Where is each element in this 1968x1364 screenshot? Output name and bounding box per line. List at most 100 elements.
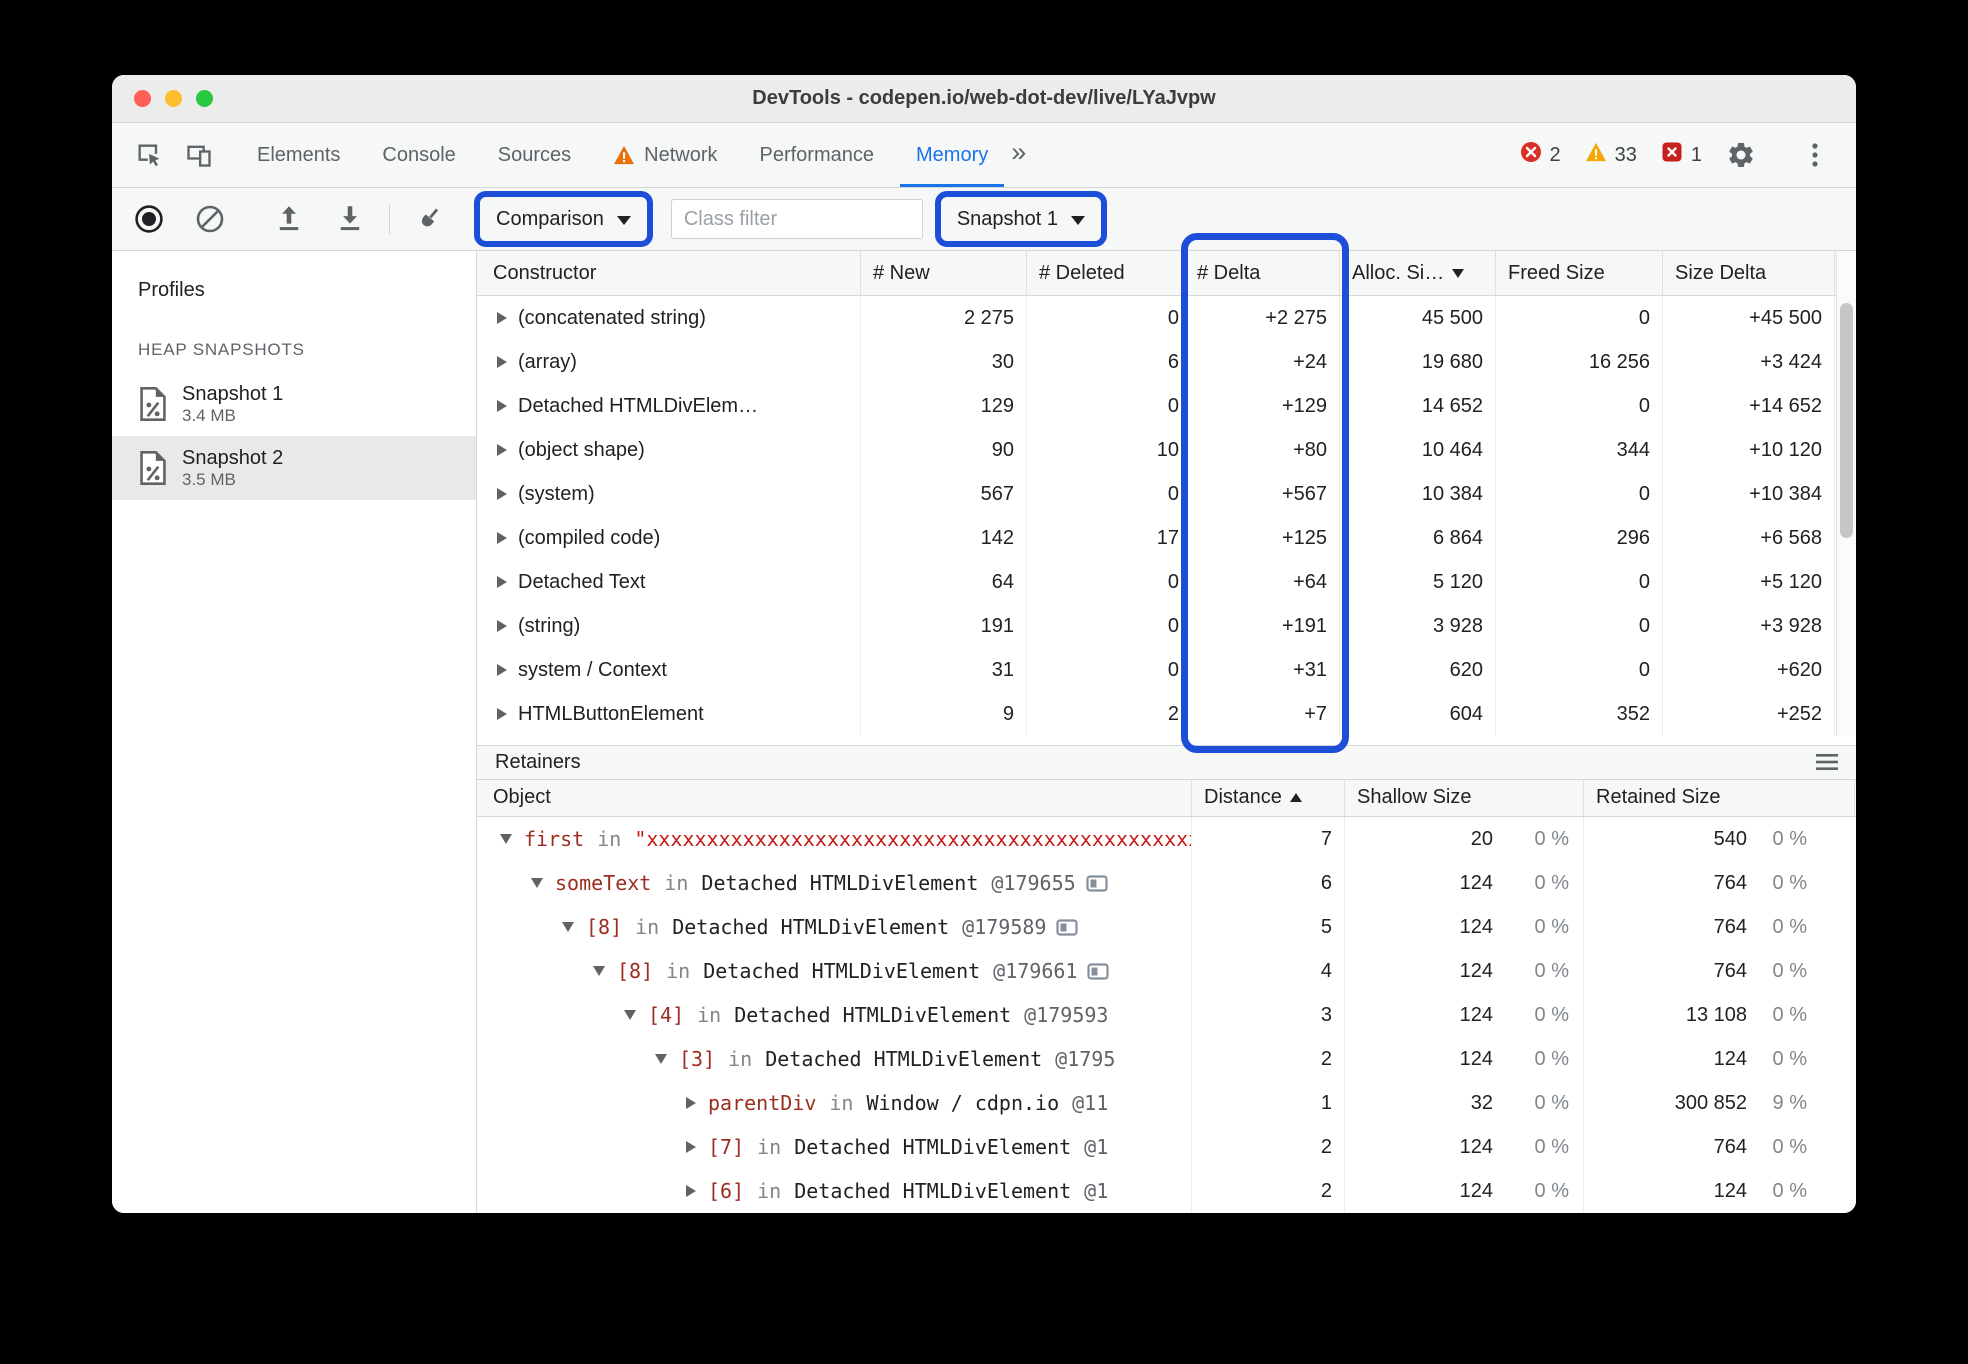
retainer-in-keyword: in [666, 959, 691, 983]
constructor-row[interactable]: (string) 191 0 +191 3 928 0 +3 928 [477, 604, 1856, 648]
constructor-row[interactable]: (system) 567 0 +567 10 384 0 +10 384 [477, 472, 1856, 516]
constructor-row[interactable]: (concatenated string) 2 275 0 +2 275 45 500 0… [477, 296, 1856, 340]
scrollbar-thumb[interactable] [1840, 303, 1853, 538]
column-header-alloc-si[interactable]: Alloc. Si… [1340, 251, 1496, 295]
panel-content: Profiles HEAP SNAPSHOTS Snapshot 1 3.4 MB… [112, 251, 1856, 1213]
column-header-new[interactable]: # New [861, 251, 1027, 295]
constructor-row[interactable]: HTMLButtonElement 9 2 +7 604 352 +252 [477, 692, 1856, 736]
expand-arrow-icon[interactable] [497, 620, 507, 632]
tab-memory[interactable]: Memory [895, 123, 1009, 187]
expand-arrow-icon[interactable] [497, 444, 507, 456]
more-tabs-chevron[interactable]: » [1011, 137, 1026, 174]
console-warnings-badge[interactable]: 33 [1585, 142, 1637, 168]
constructor-row[interactable]: (object shape) 90 10 +80 10 464 344 +10 120 [477, 428, 1856, 472]
retainer-row[interactable]: [7] in Detached HTMLDivElement @1 2 124 0 % 764… [477, 1125, 1856, 1169]
expand-arrow-icon[interactable] [593, 966, 605, 976]
tab-console[interactable]: Console [361, 123, 476, 187]
retainer-row[interactable]: someText in Detached HTMLDivElement @179655… [477, 861, 1856, 905]
perspective-dropdown[interactable]: Comparison [483, 199, 644, 239]
heap-snapshots-section-label: HEAP SNAPSHOTS [138, 340, 305, 359]
record-heap-snapshot-icon[interactable] [134, 202, 164, 236]
collect-garbage-broom-icon[interactable] [414, 202, 444, 236]
tab-network[interactable]: Network [592, 123, 738, 187]
inspect-element-icon[interactable] [134, 138, 164, 172]
expand-arrow-icon[interactable] [497, 664, 507, 676]
column-header-delta[interactable]: # Delta [1185, 251, 1340, 295]
shallow-size-value: 124 [1459, 1047, 1493, 1070]
retainer-row[interactable]: parentDiv in Window / cdpn.io @11 1 32 0 % 300 … [477, 1081, 1856, 1125]
expand-arrow-icon[interactable] [497, 312, 507, 324]
snapshot-item-snapshot-2[interactable]: Snapshot 2 3.5 MB [112, 436, 476, 500]
retainer-row[interactable]: [3] in Detached HTMLDivElement @1795 2 124 0 %… [477, 1037, 1856, 1081]
expand-arrow-icon[interactable] [500, 834, 512, 844]
tab-elements[interactable]: Elements [236, 123, 361, 187]
expand-arrow-icon[interactable] [497, 576, 507, 588]
heap-snapshot-document-icon [138, 386, 168, 422]
column-header-shallow-size[interactable]: Shallow Size [1345, 779, 1584, 816]
constructor-row[interactable]: Detached Text 64 0 +64 5 120 0 +5 120 [477, 560, 1856, 604]
class-filter-input[interactable] [670, 199, 923, 239]
retainer-row[interactable]: [4] in Detached HTMLDivElement @179593 3 124 0… [477, 993, 1856, 1037]
constructor-row[interactable]: Detached HTMLDivElem… 129 0 +129 14 652 0 +14 … [477, 384, 1856, 428]
zoom-window-button[interactable] [196, 90, 213, 107]
retained-size-percent: 9 % [1772, 1091, 1807, 1114]
retainer-row[interactable]: [8] in Detached HTMLDivElement @179589 5 124 0… [477, 905, 1856, 949]
expand-arrow-icon[interactable] [497, 356, 507, 368]
constructor-row[interactable]: (compiled code) 142 17 +125 6 864 296 +6 568 [477, 516, 1856, 560]
expand-arrow-icon[interactable] [497, 532, 507, 544]
cell-delta: +567 [1185, 472, 1340, 516]
reveal-element-icon[interactable] [1086, 874, 1108, 892]
constructor-row[interactable]: (array) 30 6 +24 19 680 16 256 +3 424 [477, 340, 1856, 384]
devtools-window: DevTools - codepen.io/web-dot-dev/live/L… [112, 75, 1856, 1213]
retainer-row[interactable]: [8] in Detached HTMLDivElement @179661 4 124 0… [477, 949, 1856, 993]
expand-arrow-icon[interactable] [686, 1141, 696, 1153]
issues-badge[interactable]: 1 [1661, 141, 1702, 169]
hamburger-menu-icon[interactable] [1816, 753, 1838, 771]
retained-size-value: 124 [1713, 1179, 1747, 1202]
shallow-size-value: 124 [1459, 1003, 1493, 1026]
constructor-row[interactable]: system / Context 31 0 +31 620 0 +620 [477, 648, 1856, 692]
clear-profiles-icon[interactable] [195, 202, 225, 236]
expand-arrow-icon[interactable] [624, 1010, 636, 1020]
retainer-row[interactable]: [6] in Detached HTMLDivElement @1 2 124 0 % 124… [477, 1169, 1856, 1213]
column-header-constructor[interactable]: Constructor [477, 251, 861, 295]
retainer-row[interactable]: first in "xxxxxxxxxxxxxxxxxxxxxxxxxxxxxxxx… [477, 817, 1856, 861]
cell-distance: 6 [1192, 861, 1345, 905]
close-window-button[interactable] [134, 90, 151, 107]
expand-arrow-icon[interactable] [686, 1185, 696, 1197]
reveal-element-icon[interactable] [1056, 918, 1079, 936]
device-toolbar-icon[interactable] [184, 138, 214, 172]
retained-size-percent: 0 % [1772, 1047, 1807, 1070]
column-header-deleted[interactable]: # Deleted [1027, 251, 1185, 295]
console-errors-badge[interactable]: 2 [1520, 141, 1561, 169]
expand-arrow-icon[interactable] [655, 1054, 667, 1064]
load-profile-icon[interactable] [274, 202, 304, 236]
expand-arrow-icon[interactable] [497, 400, 507, 412]
minimize-window-button[interactable] [165, 90, 182, 107]
tab-performance[interactable]: Performance [739, 123, 896, 187]
snapshot-item-snapshot-1[interactable]: Snapshot 1 3.4 MB [112, 372, 476, 436]
cell-deleted: 17 [1027, 516, 1185, 560]
retained-size-percent: 0 % [1772, 959, 1807, 982]
tab-sources[interactable]: Sources [477, 123, 592, 187]
settings-gear-icon[interactable] [1726, 138, 1756, 172]
expand-arrow-icon[interactable] [531, 878, 543, 888]
cell-retained-size: 764 0 % [1584, 905, 1855, 949]
kebab-menu-icon[interactable] [1800, 138, 1830, 172]
retainer-object-id: @179589 [962, 915, 1047, 939]
expand-arrow-icon[interactable] [497, 708, 507, 720]
save-profile-icon[interactable] [335, 202, 365, 236]
column-header-object[interactable]: Object [477, 779, 1192, 816]
expand-arrow-icon[interactable] [686, 1097, 696, 1109]
column-header-retained-size[interactable]: Retained Size [1584, 779, 1855, 816]
expand-arrow-icon[interactable] [562, 922, 574, 932]
column-header-size-delta[interactable]: Size Delta [1663, 251, 1835, 295]
base-snapshot-dropdown[interactable]: Snapshot 1 [944, 199, 1098, 239]
vertical-scrollbar[interactable] [1836, 251, 1856, 736]
column-header-label: Freed Size [1508, 261, 1605, 284]
reveal-element-icon[interactable] [1087, 962, 1110, 980]
expand-arrow-icon[interactable] [497, 488, 507, 500]
column-header-distance[interactable]: Distance [1192, 779, 1345, 816]
column-header-freed-size[interactable]: Freed Size [1496, 251, 1663, 295]
cell-freed: 0 [1496, 604, 1663, 648]
